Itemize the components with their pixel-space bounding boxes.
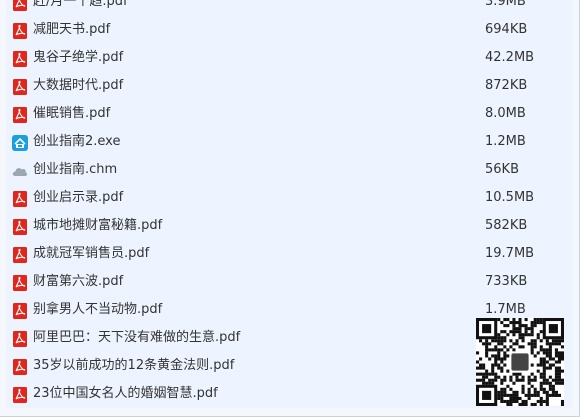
file-name: 赶/月一个趋.pdf (33, 0, 128, 9)
file-row[interactable]: 催眠销售.pdf 8.0MB (6, 100, 573, 128)
file-row[interactable]: 赶/月一个趋.pdf 3.9MB (6, 0, 573, 16)
file-row[interactable]: 减肥天书.pdf 694KB (6, 16, 573, 44)
file-size: 582KB (485, 218, 528, 233)
file-row[interactable]: 鬼谷子绝学.pdf 42.2MB (6, 44, 573, 72)
file-size: 1.2MB (485, 134, 526, 149)
file-row[interactable]: 财富第六波.pdf 733KB (6, 268, 573, 296)
file-list-panel: 赶/月一个趋.pdf 3.9MB 减肥天书.pdf 694KB 鬼谷子绝学.pdf 42.… (0, 0, 580, 417)
file-size: 694KB (485, 22, 528, 37)
file-name: 鬼谷子绝学.pdf (33, 50, 124, 65)
pdf-icon (12, 22, 28, 39)
file-name: 减肥天书.pdf (33, 22, 111, 37)
pdf-icon (12, 0, 28, 11)
file-name: 城市地摊财富秘籍.pdf (33, 218, 163, 233)
file-row[interactable]: 城市地摊财富秘籍.pdf 582KB (6, 212, 573, 240)
qr-code (476, 318, 565, 407)
file-row[interactable]: 创业启示录.pdf 10.5MB (6, 184, 573, 212)
pdf-icon (12, 386, 28, 403)
file-size: 872KB (485, 78, 528, 93)
file-name: 别拿男人不当动物.pdf (33, 302, 163, 317)
file-name: 大数据时代.pdf (33, 78, 124, 93)
file-name: 创业指南2.exe (33, 134, 121, 149)
chm-icon (12, 162, 28, 178)
file-name: 创业指南.chm (33, 162, 118, 177)
file-name: 23位中国女名人的婚姻智慧.pdf (33, 386, 218, 401)
pdf-icon (12, 78, 28, 95)
file-row[interactable]: 成就冠军销售员.pdf 19.7MB (6, 240, 573, 268)
file-name: 催眠销售.pdf (33, 106, 111, 121)
pdf-icon (12, 50, 28, 67)
pdf-icon (12, 218, 28, 235)
file-size: 42.2MB (485, 50, 535, 65)
file-size: 3.9MB (485, 0, 526, 9)
file-size: 19.7MB (485, 246, 535, 261)
pdf-icon (12, 358, 28, 375)
file-size: 10.5MB (485, 190, 535, 205)
pdf-icon (12, 330, 28, 347)
file-name: 创业启示录.pdf (33, 190, 124, 205)
pdf-icon (12, 190, 28, 207)
file-name: 阿里巴巴：天下没有难做的生意.pdf (33, 330, 241, 345)
file-size: 733KB (485, 274, 528, 289)
file-row[interactable]: 创业指南2.exe 1.2MB (6, 128, 573, 156)
file-size: 56KB (485, 162, 519, 177)
file-name: 财富第六波.pdf (33, 274, 124, 289)
pdf-icon (12, 274, 28, 291)
pdf-icon (12, 106, 28, 123)
file-row[interactable]: 创业指南.chm 56KB (6, 156, 573, 184)
file-row[interactable]: 大数据时代.pdf 872KB (6, 72, 573, 100)
file-name: 35岁以前成功的12条黄金法则.pdf (33, 358, 235, 373)
pdf-icon (12, 302, 28, 319)
file-name: 成就冠军销售员.pdf (33, 246, 150, 261)
file-size: 8.0MB (485, 106, 526, 121)
pdf-icon (12, 246, 28, 263)
exe-icon (12, 134, 28, 151)
